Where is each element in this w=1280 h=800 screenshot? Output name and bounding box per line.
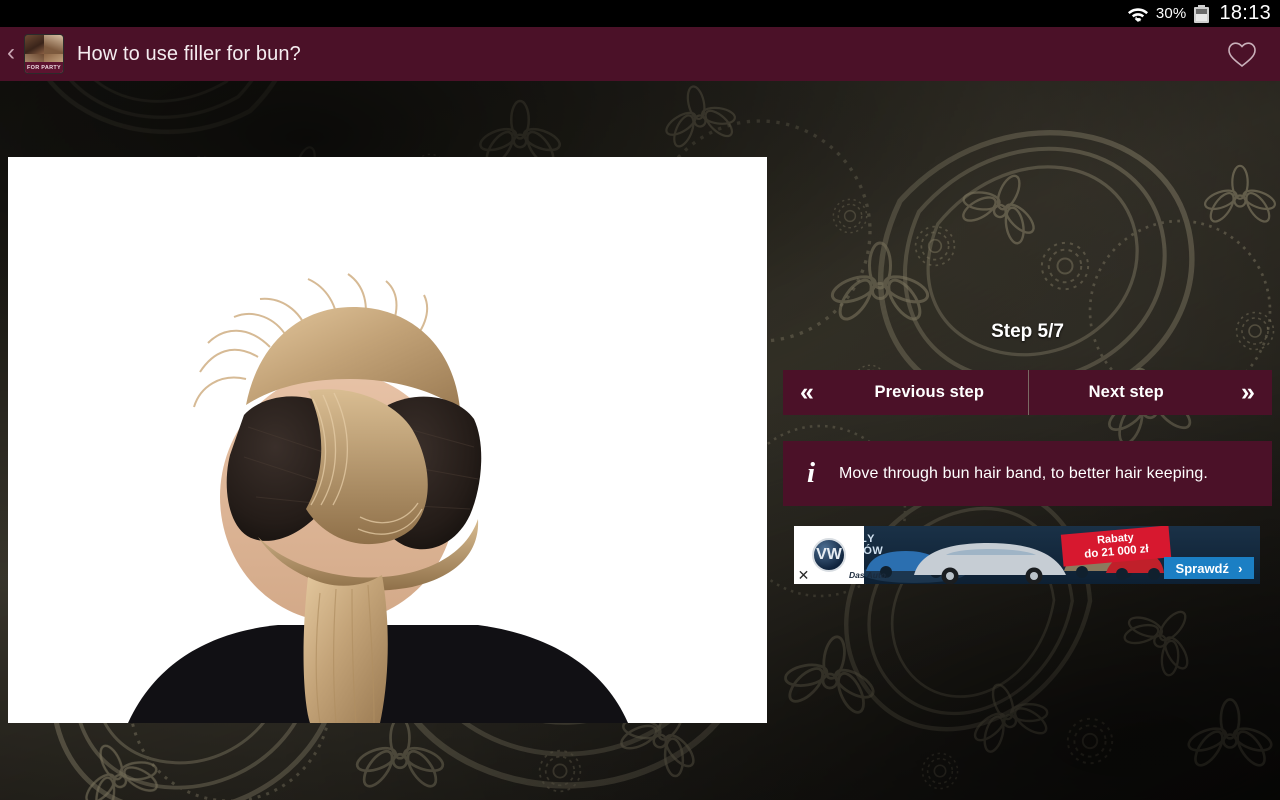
vw-logo-icon: VW (812, 538, 846, 572)
ad-tagline: Das Auto. (849, 570, 889, 580)
favorite-button[interactable] (1219, 27, 1265, 81)
info-icon: i (806, 457, 816, 489)
step-info-bar: i Move through bun hair band, to better … (783, 441, 1272, 506)
ad-cta-button[interactable]: Sprawdź › (1164, 557, 1254, 579)
double-chevron-right-icon: » (1241, 378, 1255, 406)
ad-banner[interactable]: SZCZEGÓŁY U DEALERÓW Rabaty do 21 000 zł… (794, 526, 1260, 584)
step-instruction-text: Move through bun hair band, to better ha… (839, 464, 1208, 482)
title-bar: ‹ FOR PARTY How to use filler for bun? (0, 27, 1280, 81)
step-photo-panel[interactable] (8, 157, 767, 723)
ad-cta-label: Sprawdź (1175, 560, 1230, 576)
status-bar: 30% 18:13 (0, 0, 1280, 27)
battery-percent-label: 30% (1155, 5, 1187, 22)
battery-icon (1193, 4, 1210, 23)
ad-promo-line2: do 21 000 zł (1083, 543, 1150, 561)
app-icon[interactable]: FOR PARTY (24, 34, 64, 74)
heart-outline-icon (1228, 41, 1256, 67)
next-step-button[interactable]: Next step » (1027, 370, 1273, 415)
clock-label: 18:13 (1219, 2, 1271, 24)
previous-step-button[interactable]: « Previous step (783, 370, 1028, 415)
next-step-label: Next step (1088, 383, 1164, 401)
ad-close-button[interactable]: ✕ (794, 565, 813, 584)
step-counter-label: Step 5/7 (991, 321, 1064, 342)
back-icon[interactable]: ‹ (0, 27, 22, 81)
step-navigation: « Previous step Next step » (783, 370, 1272, 415)
screen-root: 30% 18:13 ‹ FOR PARTY How to use filler … (0, 0, 1280, 800)
previous-step-label: Previous step (874, 383, 984, 401)
app-icon-caption: FOR PARTY (25, 62, 63, 73)
step-photo (8, 157, 767, 723)
double-chevron-left-icon: « (800, 378, 814, 406)
wifi-icon (1127, 5, 1149, 22)
chevron-right-icon: › (1238, 560, 1243, 576)
page-title: How to use filler for bun? (77, 42, 301, 65)
